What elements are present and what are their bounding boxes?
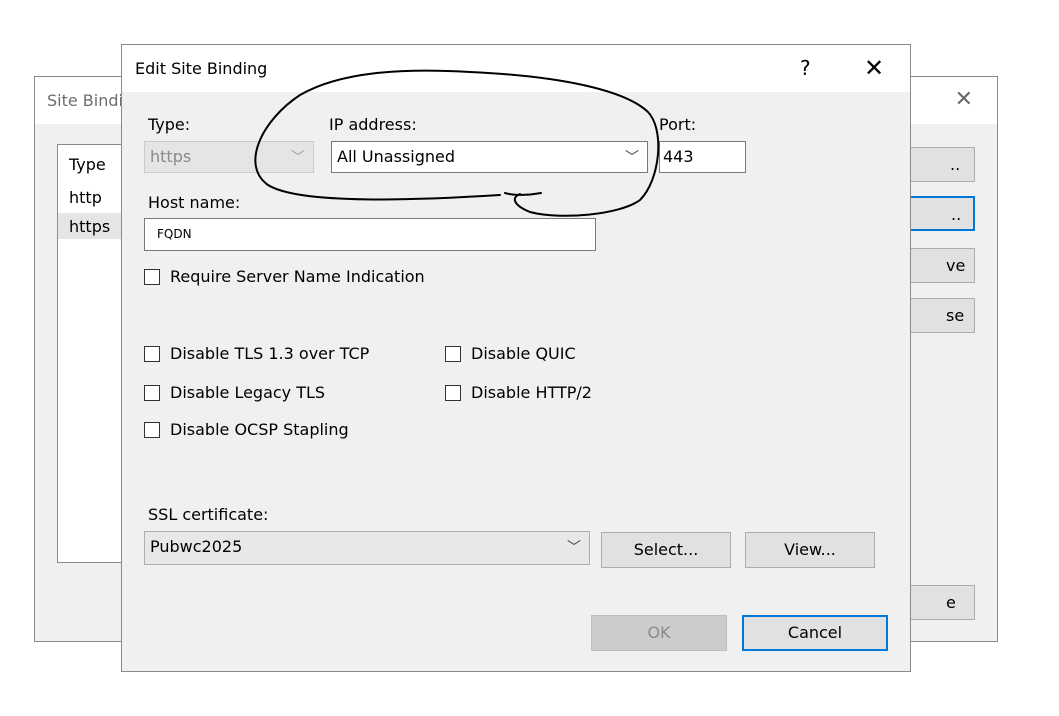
bg-button-browse[interactable]: se (909, 298, 975, 333)
list-item-label: https (69, 217, 111, 236)
port-value: 443 (663, 147, 694, 166)
host-name-label: Host name: (148, 193, 241, 212)
checkbox-box[interactable] (445, 384, 461, 401)
disable-ocsp-stapling-checkbox[interactable]: Disable OCSP Stapling (144, 420, 349, 439)
bg-button-label: se (946, 306, 965, 325)
ssl-certificate-value: Pubwc2025 (150, 537, 243, 556)
bg-button-label: .. (951, 205, 962, 224)
port-input[interactable]: 443 (659, 141, 746, 173)
type-value: https (150, 147, 192, 166)
list-header-type[interactable]: Type (69, 155, 106, 174)
list-item-selected[interactable]: https (58, 213, 122, 239)
ssl-certificate-select[interactable]: Pubwc2025 ﹀ (144, 531, 590, 565)
select-button[interactable]: Select... (601, 532, 731, 568)
bg-button-edit[interactable]: .. (909, 196, 975, 231)
bg-button-close[interactable]: e (909, 585, 975, 620)
dialog-title: Edit Site Binding (135, 59, 268, 78)
checkbox-label: Disable TLS 1.3 over TCP (170, 344, 370, 363)
disable-quic-checkbox[interactable]: Disable QUIC (445, 344, 576, 363)
ok-button[interactable]: OK (591, 615, 727, 651)
list-item[interactable]: http (69, 188, 102, 207)
dialog-titlebar: Edit Site Binding ? ✕ (122, 45, 910, 92)
checkbox-box[interactable] (144, 384, 160, 401)
type-select[interactable]: https ﹀ (144, 141, 314, 173)
cancel-button[interactable]: Cancel (742, 615, 888, 651)
checkbox-label: Disable QUIC (471, 344, 576, 363)
port-label: Port: (659, 115, 697, 134)
checkbox-box[interactable] (144, 268, 160, 285)
bg-button-remove[interactable]: ve (909, 248, 975, 283)
view-button[interactable]: View... (745, 532, 875, 568)
help-icon[interactable]: ? (800, 56, 811, 80)
disable-tls13-checkbox[interactable]: Disable TLS 1.3 over TCP (144, 344, 369, 363)
ip-address-select[interactable]: All Unassigned ﹀ (331, 141, 648, 173)
close-icon[interactable]: ✕ (864, 54, 884, 82)
checkbox-box[interactable] (445, 345, 461, 362)
bg-button-add[interactable]: .. (909, 147, 975, 182)
ip-address-label: IP address: (329, 115, 417, 134)
host-name-value: FQDN (157, 227, 192, 241)
ip-address-value: All Unassigned (337, 147, 455, 166)
chevron-down-icon: ﹀ (291, 150, 305, 166)
host-name-input[interactable]: FQDN (144, 218, 596, 251)
checkbox-label: Disable OCSP Stapling (170, 420, 349, 439)
checkbox-label: Require Server Name Indication (170, 267, 425, 286)
checkbox-box[interactable] (144, 421, 160, 438)
site-bindings-title: Site Bindi (47, 91, 123, 110)
chevron-down-icon: ﹀ (625, 150, 639, 166)
disable-legacy-tls-checkbox[interactable]: Disable Legacy TLS (144, 383, 325, 402)
disable-http2-checkbox[interactable]: Disable HTTP/2 (445, 383, 592, 402)
checkbox-label: Disable HTTP/2 (471, 383, 592, 402)
bg-button-label: ve (946, 256, 966, 275)
bg-button-label: .. (950, 155, 961, 174)
ssl-certificate-label: SSL certificate: (148, 505, 269, 524)
bindings-list[interactable]: Type http https (57, 144, 123, 563)
checkbox-box[interactable] (144, 345, 160, 362)
chevron-down-icon: ﹀ (567, 540, 581, 556)
require-sni-checkbox[interactable]: Require Server Name Indication (144, 267, 425, 286)
type-label: Type: (148, 115, 191, 134)
bg-button-label: e (946, 593, 956, 612)
edit-site-binding-dialog: Edit Site Binding ? ✕ Type: https ﹀ IP a… (121, 44, 911, 672)
checkbox-label: Disable Legacy TLS (170, 383, 326, 402)
close-icon[interactable]: ✕ (955, 87, 973, 112)
